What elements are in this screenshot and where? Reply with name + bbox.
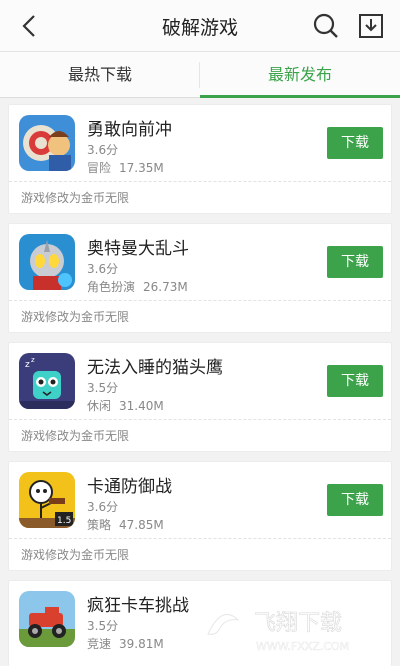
app-name: 卡通防御战 [87,477,172,497]
app-description: 游戏修改为金币无限 [21,429,130,443]
svg-text:z: z [31,356,35,364]
card-divider [9,419,391,420]
download-button[interactable]: 下载 [327,246,383,278]
app-meta: 角色扮演 26.73M [87,278,188,295]
tab-new-releases[interactable]: 最新发布 [200,52,400,98]
tab-bar: 最热下载 最新发布 [0,52,400,98]
app-category: 冒险 [87,161,112,175]
app-description: 游戏修改为金币无限 [21,548,130,562]
watermark-url: WWW.FXXZ.COM [256,640,349,653]
site-watermark-logo: 飞翔下载 WWW.FXXZ.COM [196,601,349,653]
app-score: 3.6分 [87,262,119,276]
download-box-icon[interactable] [356,10,386,42]
tab-hot-downloads[interactable]: 最热下载 [0,52,200,98]
app-category: 竞速 [87,637,112,651]
app-category: 策略 [87,518,112,532]
card-divider [9,538,391,539]
app-list-item[interactable]: 1.5 卡通防御战 3.6分 策略 47.85M 下载 游戏修改为金币无限 [8,461,392,571]
app-description: 游戏修改为金币无限 [21,191,130,205]
svg-text:1.5: 1.5 [57,516,71,526]
app-description: 游戏修改为金币无限 [21,310,130,324]
app-size: 47.85M [119,518,164,532]
app-name: 无法入睡的猫头鹰 [87,358,223,378]
app-header: 破解游戏 [0,0,400,52]
app-score: 3.5分 [87,619,119,633]
app-name: 疯狂卡车挑战 [87,596,189,616]
watermark-text: 飞翔下载 [254,611,342,636]
app-category: 角色扮演 [87,280,136,294]
app-size: 31.40M [119,399,164,413]
app-score: 3.6分 [87,500,119,514]
download-button[interactable]: 下载 [327,365,383,397]
app-size: 17.35M [119,161,164,175]
app-icon-brave-runner [19,115,75,171]
app-meta: 冒险 17.35M [87,159,164,176]
app-meta: 休闲 31.40M [87,397,164,414]
app-icon-cartoon-defense: 1.5 [19,472,75,528]
app-icon-crazy-truck [19,591,75,647]
app-meta: 策略 47.85M [87,516,164,533]
app-score: 3.6分 [87,143,119,157]
search-icon[interactable] [310,10,342,42]
app-icon-sleepless-owl: z z [19,353,75,409]
app-list-item[interactable]: 奥特曼大乱斗 3.6分 角色扮演 26.73M 下载 游戏修改为金币无限 [8,223,392,333]
app-meta: 竞速 39.81M [87,635,164,652]
app-icon-ultraman [19,234,75,290]
app-score: 3.5分 [87,381,119,395]
app-list-item[interactable]: z z 无法入睡的猫头鹰 3.5分 休闲 31.40M 下载 游戏修改为金币无限 [8,342,392,452]
active-tab-indicator [200,95,400,98]
app-name: 勇敢向前冲 [87,120,172,140]
svg-text:z: z [25,360,30,370]
app-list-item[interactable]: 勇敢向前冲 3.6分 冒险 17.35M 下载 游戏修改为金币无限 [8,104,392,214]
app-name: 奥特曼大乱斗 [87,239,189,259]
app-category: 休闲 [87,399,112,413]
app-size: 26.73M [143,280,188,294]
card-divider [9,300,391,301]
download-button[interactable]: 下载 [327,127,383,159]
app-size: 39.81M [119,637,164,651]
download-button[interactable]: 下载 [327,484,383,516]
card-divider [9,181,391,182]
